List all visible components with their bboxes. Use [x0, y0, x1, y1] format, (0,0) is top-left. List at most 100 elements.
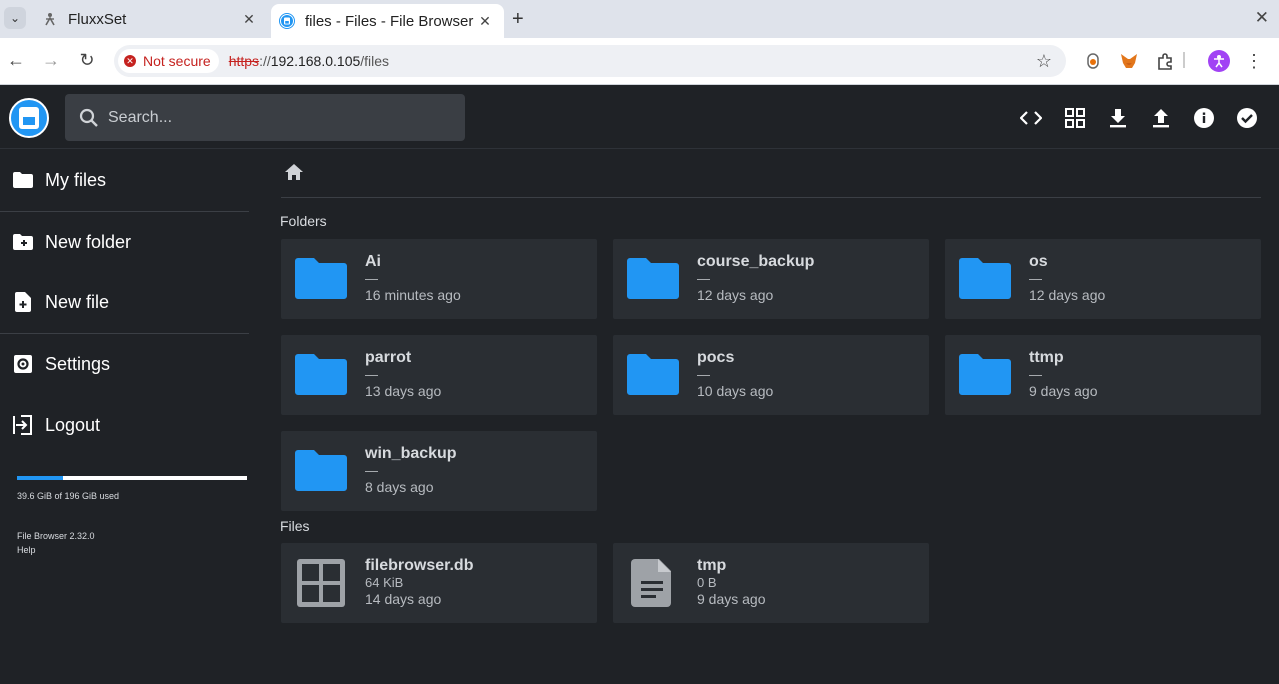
- new-file-icon: [13, 292, 33, 312]
- grid-view-icon[interactable]: [1063, 106, 1087, 130]
- warning-icon: ✕: [124, 55, 136, 67]
- item-size: —: [365, 463, 378, 478]
- folder-card[interactable]: course_backup — 12 days ago: [613, 239, 929, 319]
- item-size: —: [697, 367, 710, 382]
- folder-icon: [13, 170, 33, 190]
- sidebar-item-label: My files: [45, 169, 107, 190]
- item-name: pocs: [697, 349, 735, 366]
- new-tab-button[interactable]: +: [512, 8, 524, 31]
- item-modified: 12 days ago: [1029, 287, 1106, 303]
- folder-card[interactable]: pocs — 10 days ago: [613, 335, 929, 415]
- folder-icon: [625, 349, 681, 401]
- folder-icon: [957, 253, 1013, 305]
- url-path: /files: [360, 53, 390, 69]
- browser-tab-files[interactable]: files - Files - File Browser ✕: [271, 4, 504, 38]
- address-bar[interactable]: ✕ Not secure https://192.168.0.105/files…: [114, 45, 1066, 77]
- url-separator: ://: [259, 53, 271, 69]
- folder-card[interactable]: Ai — 16 minutes ago: [281, 239, 597, 319]
- item-size: —: [365, 271, 378, 286]
- browser-tab-fluxxset[interactable]: FluxxSet ✕: [32, 0, 268, 38]
- search-input[interactable]: [108, 108, 438, 127]
- extensions-puzzle-icon[interactable]: [1156, 52, 1174, 70]
- item-modified: 13 days ago: [365, 383, 442, 399]
- item-name: parrot: [365, 349, 412, 366]
- url-host: 192.168.0.105: [270, 53, 361, 69]
- item-name: filebrowser.db: [365, 557, 474, 574]
- back-icon[interactable]: ←: [5, 50, 27, 71]
- sidebar-item-new-folder[interactable]: New folder: [0, 222, 249, 262]
- folder-icon: [625, 253, 681, 305]
- folder-card[interactable]: os — 12 days ago: [945, 239, 1261, 319]
- tab-title: FluxxSet: [68, 10, 127, 28]
- new-folder-icon: [13, 232, 33, 252]
- reload-icon[interactable]: ↻: [76, 50, 98, 71]
- info-icon[interactable]: [1192, 106, 1216, 130]
- filebrowser-logo-icon[interactable]: [9, 98, 49, 138]
- database-grid-icon: [293, 557, 349, 609]
- url-protocol: https: [228, 53, 260, 69]
- forward-icon[interactable]: →: [40, 50, 62, 71]
- search-box[interactable]: [65, 94, 465, 141]
- home-icon[interactable]: [284, 163, 304, 183]
- bookmark-star-icon[interactable]: ☆: [1036, 51, 1052, 72]
- disk-usage-bar: [17, 476, 247, 480]
- sidebar-item-new-file[interactable]: New file: [0, 282, 249, 322]
- sidebar-item-settings[interactable]: Settings: [0, 344, 249, 384]
- sidebar-item-label: Settings: [45, 353, 111, 374]
- item-modified: 12 days ago: [697, 287, 774, 303]
- tab-title: files - Files - File Browser: [305, 12, 474, 30]
- code-icon[interactable]: [1019, 106, 1043, 130]
- file-card[interactable]: tmp 0 B 9 days ago: [613, 543, 929, 623]
- browser-toolbar: ← → ↻ ✕ Not secure https://192.168.0.105…: [0, 38, 1279, 85]
- sidebar-item-my-files[interactable]: My files: [0, 160, 249, 200]
- file-card[interactable]: filebrowser.db 64 KiB 14 days ago: [281, 543, 597, 623]
- close-window-icon[interactable]: ✕: [1255, 8, 1269, 28]
- tab-search-button[interactable]: ⌄: [4, 7, 26, 29]
- help-link[interactable]: Help: [17, 545, 36, 555]
- item-name: tmp: [697, 557, 727, 574]
- select-icon[interactable]: [1235, 106, 1259, 130]
- sidebar: My files New folder New file Settings Lo…: [0, 150, 249, 684]
- folder-card[interactable]: ttmp — 9 days ago: [945, 335, 1261, 415]
- breadcrumb: [281, 160, 1261, 198]
- item-size: —: [697, 271, 710, 286]
- folder-icon: [957, 349, 1013, 401]
- security-label: Not secure: [143, 53, 211, 69]
- sidebar-item-label: New file: [45, 291, 110, 312]
- close-tab-icon[interactable]: ✕: [474, 13, 496, 30]
- document-icon: [625, 557, 681, 609]
- extension-orange-icon[interactable]: [1084, 52, 1102, 70]
- item-size: —: [1029, 367, 1042, 382]
- item-modified: 14 days ago: [365, 591, 442, 607]
- item-name: Ai: [365, 253, 381, 270]
- browser-menu-icon[interactable]: ⋮: [1245, 51, 1263, 71]
- disk-usage-text: 39.6 GiB of 196 GiB used: [17, 491, 120, 501]
- folder-card[interactable]: parrot — 13 days ago: [281, 335, 597, 415]
- item-name: ttmp: [1029, 349, 1064, 366]
- security-badge[interactable]: ✕ Not secure: [118, 49, 219, 73]
- browser-tabstrip: ⌄ FluxxSet ✕ files - Files - File Browse…: [0, 0, 1279, 38]
- item-size: —: [1029, 271, 1042, 286]
- folder-icon: [293, 253, 349, 305]
- folders-heading: Folders: [280, 213, 327, 229]
- item-size: 64 KiB: [365, 575, 404, 590]
- url-text[interactable]: https://192.168.0.105/files: [229, 53, 389, 69]
- item-size: 0 B: [697, 575, 717, 590]
- item-name: os: [1029, 253, 1048, 270]
- upload-icon[interactable]: [1149, 106, 1173, 130]
- sidebar-item-label: New folder: [45, 231, 132, 252]
- close-tab-icon[interactable]: ✕: [238, 11, 260, 28]
- folder-icon: [293, 349, 349, 401]
- metamask-fox-icon[interactable]: [1120, 52, 1138, 70]
- sidebar-item-logout[interactable]: Logout: [0, 405, 249, 445]
- item-name: course_backup: [697, 253, 815, 270]
- item-modified: 10 days ago: [697, 383, 774, 399]
- item-modified: 9 days ago: [1029, 383, 1098, 399]
- sidebar-item-label: Logout: [45, 414, 101, 435]
- download-icon[interactable]: [1106, 106, 1130, 130]
- folder-card[interactable]: win_backup — 8 days ago: [281, 431, 597, 511]
- item-modified: 9 days ago: [697, 591, 766, 607]
- filebrowser-icon: [279, 13, 295, 29]
- search-icon: [79, 108, 99, 128]
- profile-avatar-icon[interactable]: [1208, 50, 1230, 72]
